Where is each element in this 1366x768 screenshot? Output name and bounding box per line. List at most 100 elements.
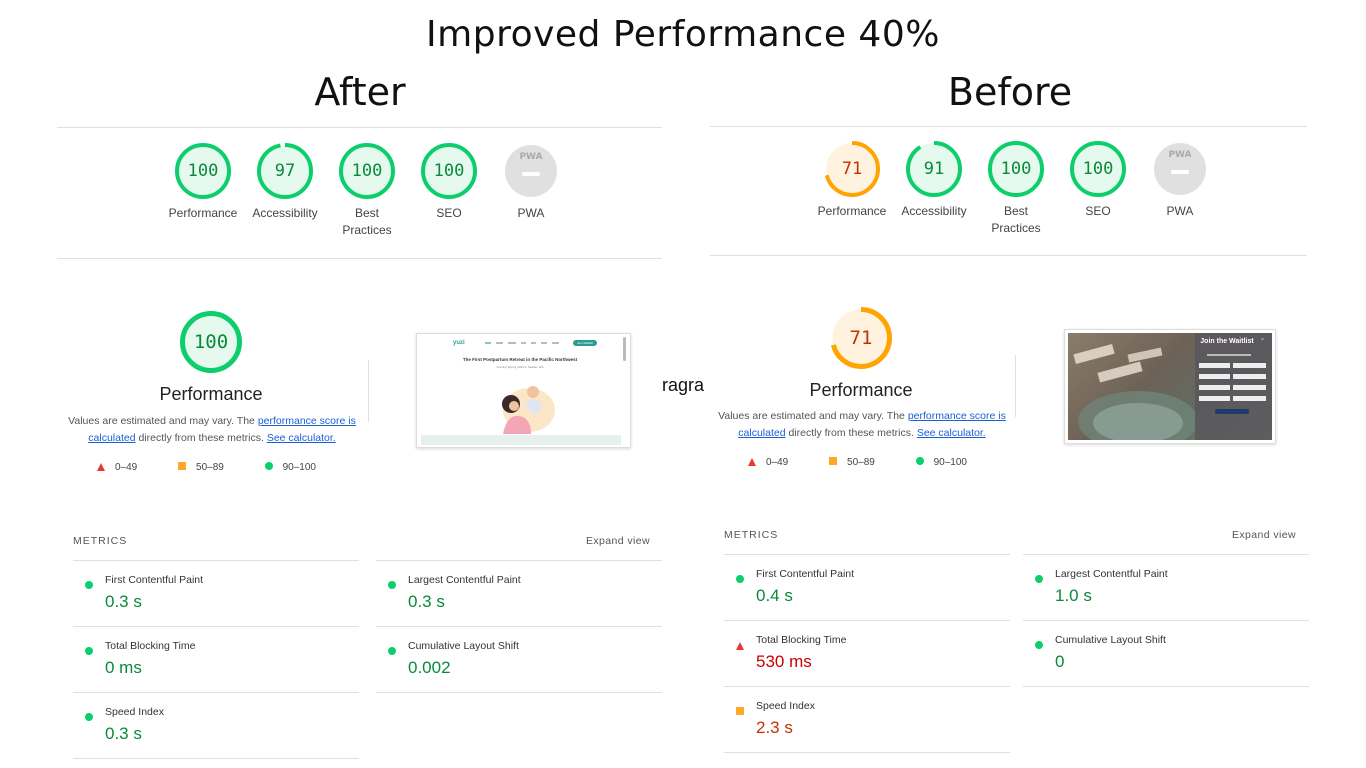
after-gauge-performance[interactable]: 100: [175, 143, 231, 199]
before-gauge-pwa[interactable]: PWA: [1152, 141, 1208, 197]
metric-largest-contentful-paint: Largest Contentful Paint 1.0 s: [1023, 554, 1309, 620]
stray-text: ragra: [662, 375, 705, 395]
form-field: [1199, 385, 1230, 390]
metric-name: First Contentful Paint: [105, 574, 204, 586]
green-circle-icon: [85, 708, 93, 726]
before-metrics-heading: METRICS: [724, 529, 779, 541]
legend-average: 50–89: [196, 462, 224, 473]
metric-name: Cumulative Layout Shift: [408, 640, 519, 652]
gauge-label: Best Practices: [342, 206, 392, 237]
gauge-label: Best Practices: [991, 204, 1041, 235]
submit-button: [1215, 409, 1249, 414]
metric-name: First Contentful Paint: [756, 568, 855, 580]
scrollbar: [623, 337, 626, 361]
gauge-score: 91: [923, 159, 945, 179]
green-circle-icon: [85, 576, 93, 594]
divider: [57, 127, 662, 128]
after-metrics-heading: METRICS: [73, 535, 128, 547]
form-field: [1199, 396, 1230, 401]
after-performance-title: Performance: [159, 384, 263, 404]
before-description: Values are estimated and may vary. The p…: [717, 408, 1007, 442]
before-legend: 0–49 50–89 90–100: [748, 457, 1005, 468]
legend-poor: 0–49: [115, 462, 138, 473]
page-title: Improved Performance 40%: [426, 14, 940, 55]
green-circle-icon: [264, 462, 273, 470]
dash-icon: [522, 172, 540, 176]
metric-name: Total Blocking Time: [756, 634, 847, 646]
join-waitlist-button: Join Waitlist: [573, 340, 597, 346]
divider: [710, 255, 1307, 256]
legend-good: 90–100: [282, 462, 316, 473]
orange-square-icon: [736, 702, 744, 720]
gauge-score: 100: [1000, 159, 1032, 179]
metric-value: 0 ms: [105, 658, 142, 677]
after-performance-score: 100: [193, 331, 229, 353]
form-field: [1233, 374, 1266, 379]
divider: [710, 126, 1307, 127]
green-circle-icon: [388, 642, 396, 660]
green-circle-icon: [388, 576, 396, 594]
before-gauge-performance[interactable]: 71: [824, 141, 880, 197]
gauge-label: PWA: [1166, 204, 1194, 218]
metric-name: Speed Index: [756, 700, 815, 712]
legend-poor: 0–49: [766, 457, 789, 468]
form-field: [1199, 374, 1230, 379]
after-expand-view-toggle[interactable]: Expand view: [586, 535, 650, 547]
before-performance-gauge: 71: [830, 307, 892, 369]
gauge-score: 71: [841, 159, 863, 179]
after-gauge-best-practices[interactable]: 100: [339, 143, 395, 199]
desc-text: directly from these metrics.: [785, 427, 917, 439]
red-triangle-icon: [748, 458, 756, 466]
red-triangle-icon: [97, 463, 105, 471]
metric-cumulative-layout-shift: Cumulative Layout Shift 0: [1023, 620, 1309, 686]
gauge-score: 97: [274, 161, 296, 181]
metric-value: 1.0 s: [1055, 586, 1092, 605]
see-calculator-link[interactable]: See calculator.: [267, 432, 336, 444]
brand-logo: yuzi: [453, 340, 465, 346]
gauge-label: SEO: [1085, 204, 1111, 218]
divider: [376, 692, 662, 693]
before-expand-view-toggle[interactable]: Expand view: [1232, 529, 1296, 541]
green-circle-icon: [1035, 570, 1043, 588]
metric-first-contentful-paint: First Contentful Paint 0.4 s: [724, 554, 1010, 620]
waitlist-modal: Join the Waitlist ×: [1195, 333, 1272, 440]
metric-speed-index: Speed Index 2.3 s: [724, 686, 1010, 753]
after-gauge-seo[interactable]: 100: [421, 143, 477, 199]
pwa-badge-icon: PWA: [519, 152, 543, 162]
divider: [1015, 355, 1016, 417]
footer-band: [421, 435, 621, 445]
mother-baby-illustration: [502, 386, 555, 434]
gauge-label: Accessibility: [901, 204, 967, 218]
before-gauge-seo[interactable]: 100: [1070, 141, 1126, 197]
after-gauge-accessibility[interactable]: 97: [257, 143, 313, 199]
gauge-label: Performance: [817, 204, 887, 218]
dash-icon: [1171, 170, 1189, 174]
after-description: Values are estimated and may vary. The p…: [67, 413, 357, 447]
form-field: [1233, 385, 1266, 390]
gauge-label: PWA: [517, 206, 545, 220]
before-performance-score: 71: [849, 327, 873, 349]
see-calculator-link[interactable]: See calculator.: [917, 427, 986, 439]
divider: [57, 258, 662, 259]
metric-name: Cumulative Layout Shift: [1055, 634, 1166, 646]
green-circle-icon: [85, 642, 93, 660]
modal-subtitle: [1207, 354, 1251, 356]
legend-average: 50–89: [847, 457, 875, 468]
after-page-screenshot: yuzi Join Waitlist The First Postpartum …: [416, 333, 631, 448]
red-triangle-icon: [736, 636, 744, 654]
green-circle-icon: [736, 570, 744, 588]
hero-headline: The First Postpartum Retreat in the Paci…: [462, 357, 578, 362]
modal-title: Join the Waitlist: [1200, 338, 1254, 345]
gauge-label: Performance: [168, 206, 238, 220]
metric-name: Total Blocking Time: [105, 640, 196, 652]
before-gauge-best-practices[interactable]: 100: [988, 141, 1044, 197]
metric-value: 0.3 s: [105, 592, 142, 611]
before-gauge-accessibility[interactable]: 91: [906, 141, 962, 197]
orange-square-icon: [178, 462, 187, 470]
metric-first-contentful-paint: First Contentful Paint 0.3 s: [73, 560, 359, 626]
before-heading: Before: [947, 70, 1073, 114]
nav-links: [485, 342, 565, 345]
green-circle-icon: [915, 457, 924, 465]
after-gauge-pwa[interactable]: PWA: [503, 143, 559, 199]
green-circle-icon: [1035, 636, 1043, 654]
